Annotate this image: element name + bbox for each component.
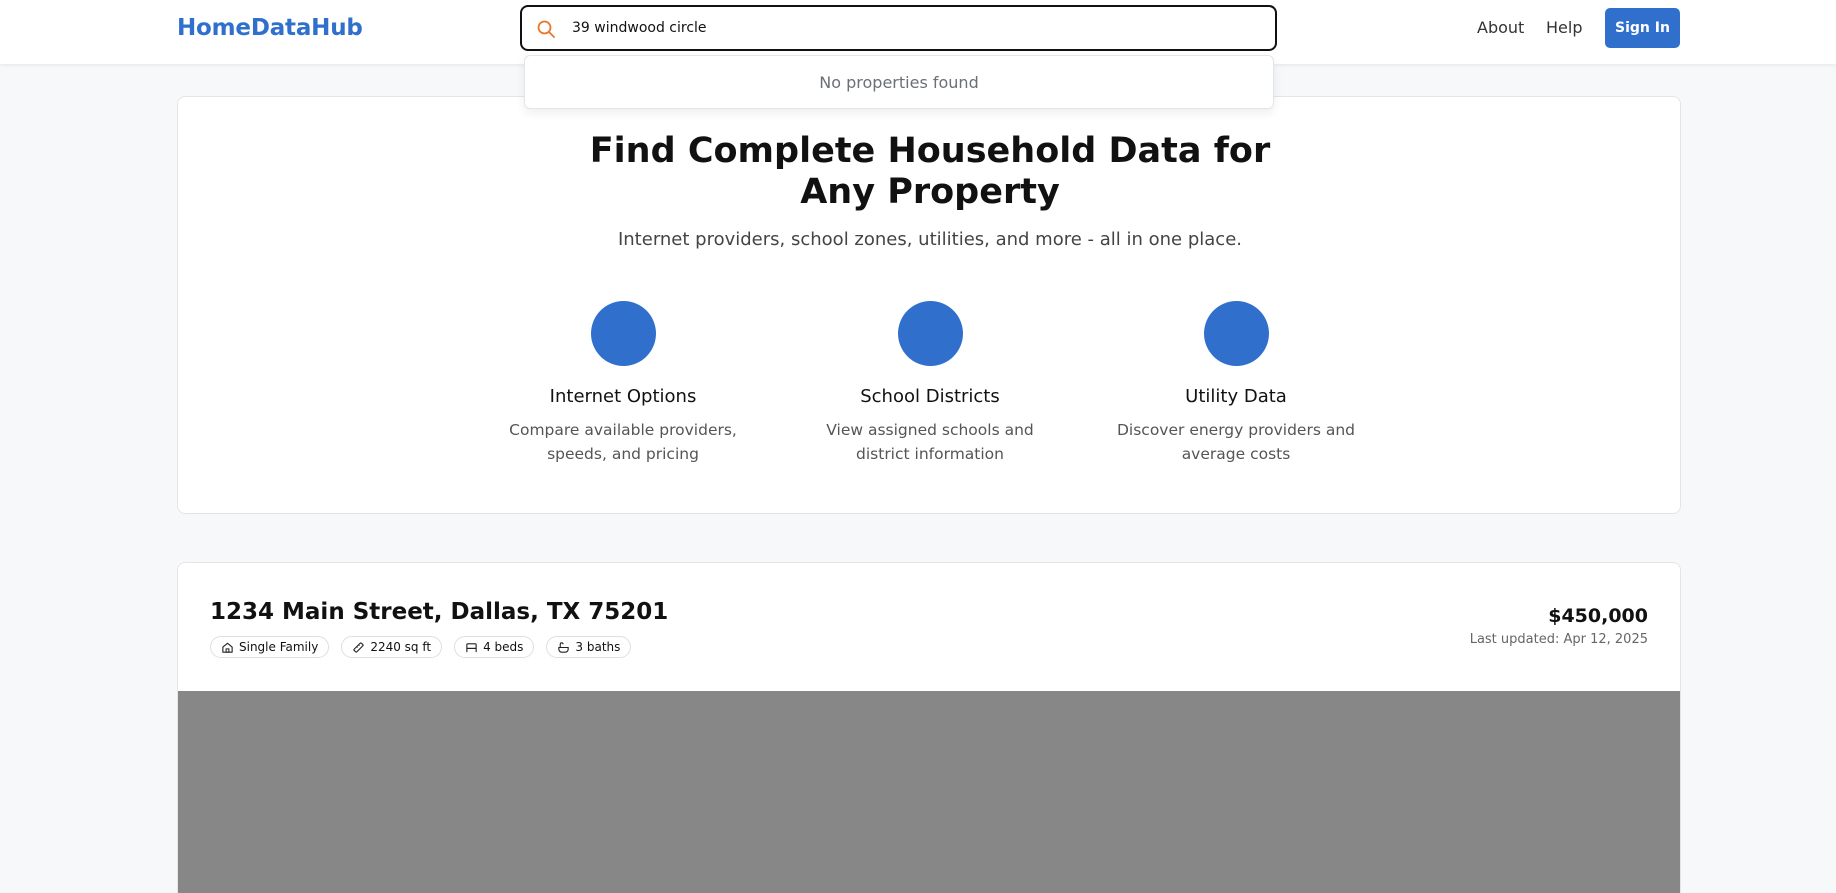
property-address: 1234 Main Street, Dallas, TX 75201 (210, 599, 669, 625)
tag-label: 4 beds (483, 640, 524, 654)
property-map-placeholder[interactable] (178, 691, 1680, 893)
nav-about-link[interactable]: About (1477, 18, 1524, 37)
property-tag: 3 baths (546, 636, 632, 658)
no-results-message: No properties found (819, 73, 979, 92)
feature-description: Discover energy providers and average co… (1116, 421, 1355, 463)
nav-help-link[interactable]: Help (1546, 18, 1582, 37)
home-icon (222, 642, 233, 653)
hero-title-text: Find Complete Household Data for Any Pro… (589, 131, 1271, 212)
bath-icon (558, 641, 570, 653)
property-tag: Single Family (210, 636, 330, 658)
property-card: 1234 Main Street, Dallas, TX 75201 Singl… (177, 562, 1681, 893)
logo[interactable]: HomeDataHub (177, 15, 363, 41)
hero-title: Find Complete Household Data for Any Pro… (178, 131, 1682, 213)
property-tag: 2240 sq ft (341, 636, 443, 658)
sign-in-button[interactable]: Sign In (1605, 8, 1680, 48)
feature-description: Compare available providers, speeds, and… (509, 421, 737, 463)
property-tags: Single Family 2240 sq ft 4 beds 3 baths (210, 636, 632, 658)
tag-label: 3 baths (575, 640, 621, 654)
property-price: $450,000 (1548, 605, 1648, 627)
feature-title: Internet Options (549, 386, 697, 407)
last-updated: Last updated: Apr 12, 2025 (1469, 632, 1648, 647)
feature-title: School Districts (860, 386, 1000, 407)
ruler-icon (353, 641, 364, 653)
tag-label: 2240 sq ft (370, 640, 432, 654)
search-results-dropdown: No properties found (524, 55, 1274, 109)
feature-internet: Internet Options Compare available provi… (498, 301, 748, 466)
search-box[interactable] (520, 5, 1277, 51)
search-icon (537, 20, 555, 38)
feature-schools-icon (897, 301, 963, 366)
feature-description: View assigned schools and district infor… (826, 421, 1034, 463)
tag-label: Single Family (239, 640, 319, 654)
feature-schools: School Districts View assigned schools a… (805, 301, 1055, 466)
bed-icon (466, 642, 477, 652)
hero-card: Find Complete Household Data for Any Pro… (177, 96, 1681, 514)
feature-title: Utility Data (1185, 386, 1287, 407)
feature-internet-icon (590, 301, 656, 366)
property-tag: 4 beds (454, 636, 535, 658)
feature-utilities-icon (1203, 301, 1269, 366)
search-input[interactable] (572, 16, 1252, 40)
hero-subtitle: Internet providers, school zones, utilit… (617, 229, 1243, 250)
feature-utilities: Utility Data Discover energy providers a… (1111, 301, 1361, 466)
